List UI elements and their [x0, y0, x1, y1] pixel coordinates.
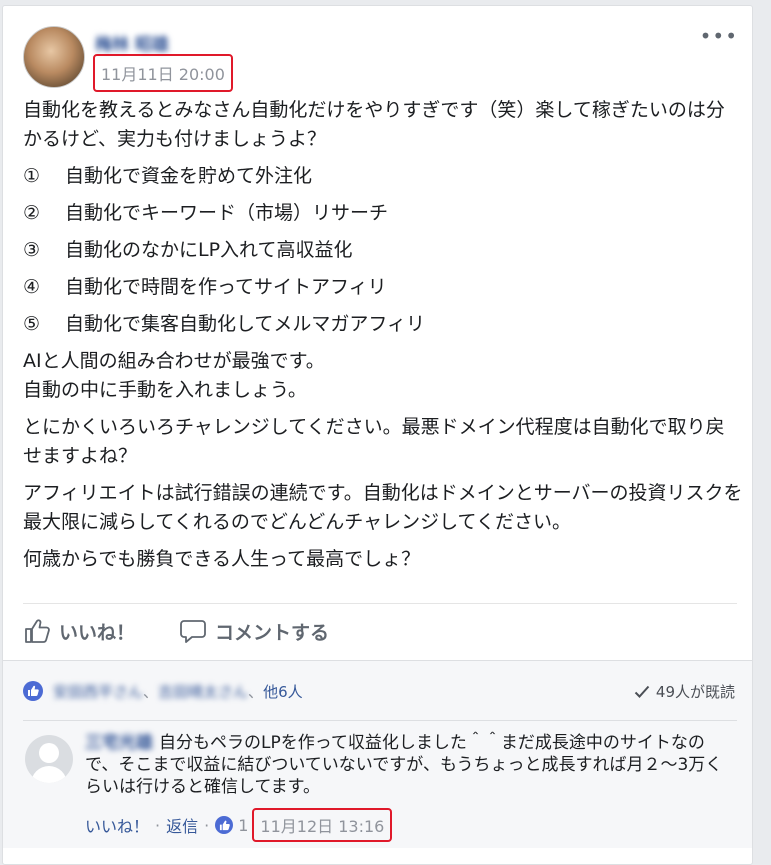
post-paragraph-1-line-2: 自動の中に手動を入れましょう。	[23, 379, 307, 401]
actions-divider	[23, 603, 737, 604]
comments-section: 三宅光雄 自分もペラのLPを作って収益化しました＾＾まだ成長途中のサイトなので、そ…	[3, 718, 752, 848]
post-paragraph-1: AIと人間の組み合わせが最強です。 自動の中に手動を入れましょう。	[23, 347, 743, 405]
post-card: 梅林 昭雄 11月11日 20:00 ••• 自動化を教えるとみなさん自動化だけ…	[2, 5, 753, 865]
more-options-icon[interactable]: •••	[700, 24, 738, 48]
comment-author[interactable]: 三宅光雄	[85, 733, 153, 753]
list-item: ④ 自動化で時間を作ってサイトアフィリ	[23, 273, 743, 302]
comment-text: 自分もペラのLPを作って収益化しました＾＾まだ成長途中のサイトなので、そこまで収…	[85, 733, 723, 797]
comment-bubble-icon	[180, 620, 206, 643]
list-text: 自動化で資金を貯めて外注化	[65, 165, 313, 187]
liker-name[interactable]: 吉田晴太さん	[158, 683, 248, 701]
post-paragraph-1-line-1: AIと人間の組み合わせが最強です。	[23, 350, 325, 372]
post-paragraph-3: アフィリエイトは試行錯誤の連続です。自動化はドメインとサーバーの投資リスクを最大…	[23, 482, 743, 533]
comment-like-link[interactable]: いいね！	[85, 813, 149, 837]
comments-divider	[23, 720, 737, 721]
list-text: 自動化のなかにLP入れて高収益化	[65, 239, 353, 261]
commenter-avatar[interactable]	[25, 735, 73, 783]
likers-others[interactable]: 他6人	[263, 683, 303, 701]
list-number: ②	[23, 202, 41, 224]
list-item: ① 自動化で資金を貯めて外注化	[23, 162, 743, 191]
list-number: ①	[23, 165, 41, 187]
comment-timestamp[interactable]: 11月12日 13:16	[252, 808, 393, 842]
list-number: ③	[23, 239, 41, 261]
comment-button-label: コメントする	[215, 621, 330, 644]
liker-name[interactable]: 安田西平さん	[53, 683, 143, 701]
comment-like-icon	[215, 816, 234, 834]
list-item: ⑤ 自動化で集客自動化してメルマガアフィリ	[23, 310, 743, 339]
post-body: 自動化を教えるとみなさん自動化だけをやりすぎです（笑）楽して稼ぎたいのは分かるけ…	[23, 96, 743, 582]
post-author-name[interactable]: 梅林 昭雄	[95, 30, 169, 55]
post-intro: 自動化を教えるとみなさん自動化だけをやりすぎです（笑）楽して稼ぎたいのは分かるけ…	[23, 99, 725, 150]
post-paragraph-4: 何歳からでも勝負できる人生って最高でしょ？	[23, 548, 421, 570]
post-actions: いいね！ コメントする	[23, 612, 373, 650]
list-text: 自動化でキーワード（市場）リサーチ	[65, 202, 389, 224]
seen-count-label: 49人が既読	[655, 683, 735, 701]
post-paragraph-2: とにかくいろいろチャレンジしてください。最悪ドメイン代程度は自動化で取り戻せます…	[23, 416, 725, 467]
list-text: 自動化で集客自動化してメルマガアフィリ	[65, 313, 426, 335]
list-item: ③ 自動化のなかにLP入れて高収益化	[23, 236, 743, 265]
comment-meta: いいね！ · 返信 · 1 11月12日 13:16	[85, 808, 393, 842]
like-reaction-icon	[23, 681, 43, 701]
comment-button[interactable]: コメントする	[179, 617, 329, 645]
likers-list[interactable]: 安田西平さん、吉田晴太さん、他6人	[53, 681, 303, 702]
check-icon	[634, 685, 650, 698]
list-number: ⑤	[23, 313, 41, 335]
reactions-bar: 安田西平さん、吉田晴太さん、他6人 49人が既読	[3, 660, 752, 719]
list-item: ② 自動化でキーワード（市場）リサーチ	[23, 199, 743, 228]
post-timestamp[interactable]: 11月11日 20:00	[93, 54, 233, 92]
like-button[interactable]: いいね！	[23, 617, 135, 645]
author-avatar[interactable]	[23, 26, 85, 88]
list-number: ④	[23, 276, 41, 298]
seen-count[interactable]: 49人が既読	[634, 681, 735, 702]
list-text: 自動化で時間を作ってサイトアフィリ	[65, 276, 387, 298]
comment-reply-link[interactable]: 返信	[166, 813, 198, 837]
like-button-label: いいね！	[59, 621, 136, 644]
comment-content: 三宅光雄 自分もペラのLPを作って収益化しました＾＾まだ成長途中のサイトなので、そ…	[85, 732, 725, 798]
thumbs-up-icon	[25, 619, 50, 643]
